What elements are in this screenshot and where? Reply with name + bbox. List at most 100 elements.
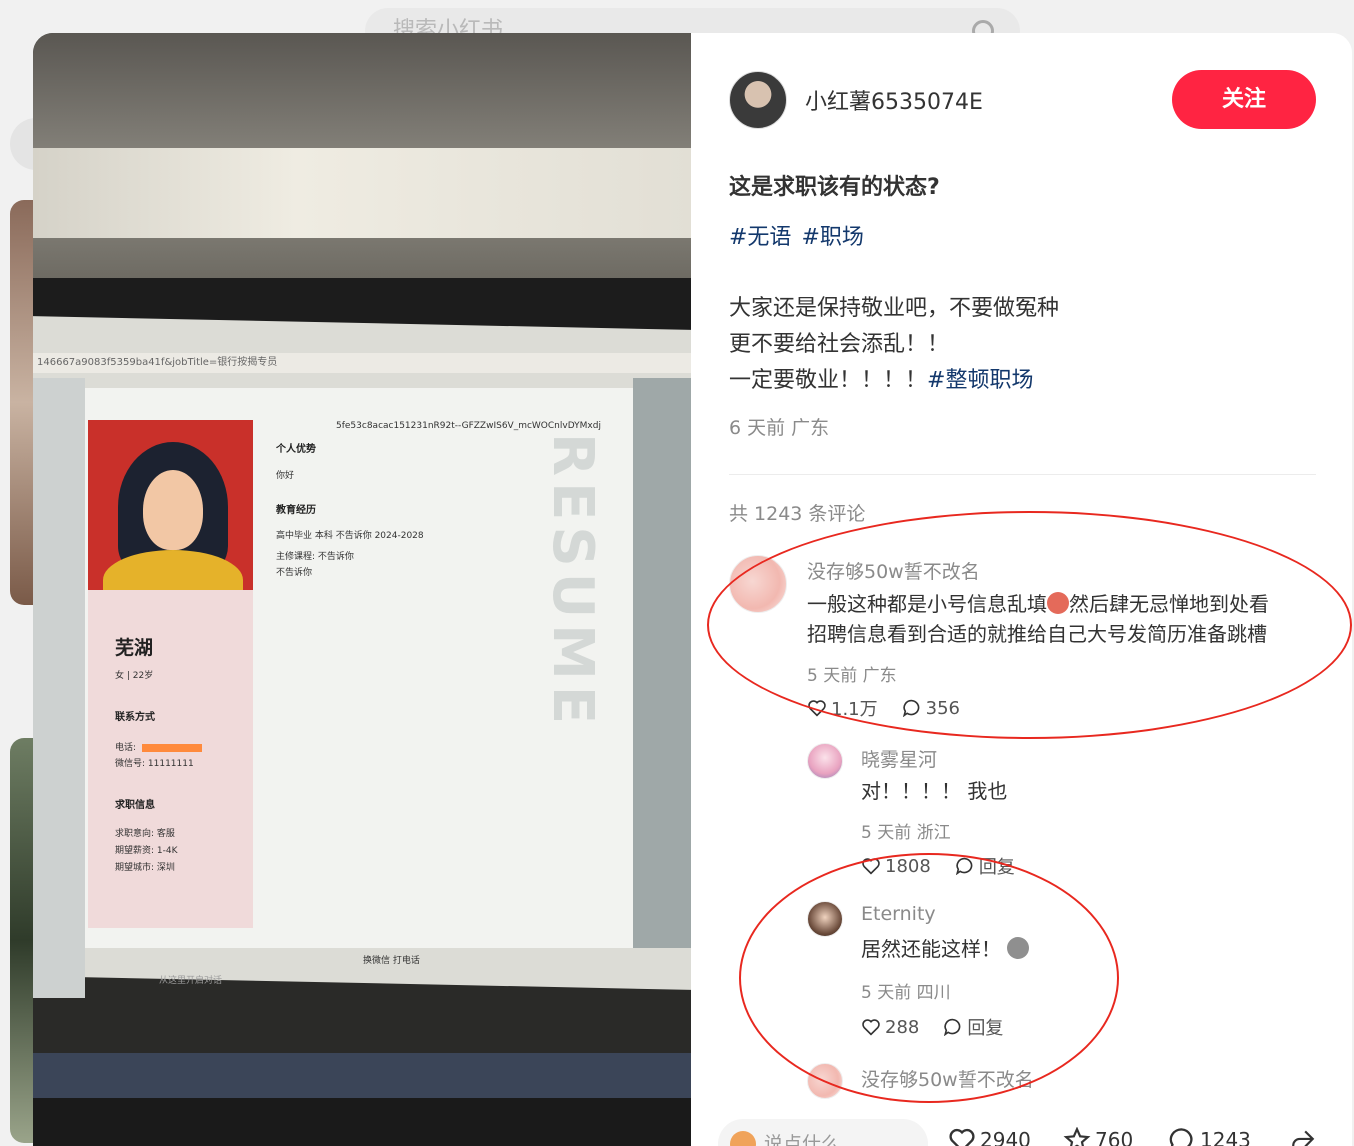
comment-bubble-icon	[944, 1018, 961, 1036]
reply-date-location: 5 天前 浙江	[861, 823, 951, 843]
photo-url-bar: 146667a9083f5359ba41f&jobTitle=银行按揭专员	[33, 353, 691, 373]
photo-chat-rightbar	[633, 378, 691, 948]
bottom-engagement-bar: 说点什么... 2940 760 1243	[691, 1113, 1352, 1146]
share-icon	[1292, 1130, 1315, 1146]
photo-resume-phone: 电话:	[115, 740, 203, 753]
photo-resume-name: 芜湖	[115, 637, 154, 659]
reply-like-count: 1808	[885, 855, 931, 877]
note-detail-modal: 146667a9083f5359ba41f&jobTitle=银行按揭专员 5f…	[33, 33, 1352, 1146]
reply-avatar[interactable]	[807, 901, 843, 937]
phone-label: 电话:	[115, 743, 137, 753]
reply-text-part: 居然还能这样！	[861, 937, 1001, 961]
comment-bubble-icon	[955, 857, 973, 875]
reply-reply-label: 回复	[978, 857, 1015, 878]
photo-resume-wechat: 微信号: 11111111	[115, 759, 194, 769]
photo-resume-edu-heading: 教育经历	[276, 505, 316, 516]
comment-like-button[interactable]: 1.1万	[807, 695, 878, 721]
comment-text-part: 一般这种都是小号信息乱填	[807, 592, 1047, 616]
collect-count: 760	[1095, 1128, 1134, 1146]
comment-bubble-icon	[902, 699, 920, 717]
reply-text: 对！！！！ 我也	[861, 779, 1008, 803]
description-line: 大家还是保持敬业吧，不要做冤种	[729, 296, 1060, 321]
photo-resume-job-salary: 期望薪资: 1-4K	[115, 846, 178, 856]
divider	[729, 474, 1316, 475]
author-avatar[interactable]	[729, 71, 787, 129]
reply-actions: 1808 回复	[861, 853, 1039, 879]
comment-reply-count: 356	[925, 697, 960, 719]
pig-emoji-icon	[1047, 592, 1069, 614]
comment-button[interactable]: 1243	[1168, 1127, 1251, 1146]
note-image[interactable]: 146667a9083f5359ba41f&jobTitle=银行按揭专员 5f…	[33, 33, 691, 1146]
description-line: 一定要敬业！！！！#整顿职场	[729, 363, 1059, 399]
reply-like-count: 288	[885, 1016, 920, 1038]
comment-bubble-icon	[1169, 1128, 1193, 1146]
like-button[interactable]: 2940	[948, 1127, 1031, 1146]
reply-text: 居然还能这样！	[861, 934, 1030, 964]
reply-actions: 288 回复	[861, 1014, 1027, 1040]
phone-redaction	[142, 743, 203, 752]
photo-resume-sub: 女 | 22岁	[115, 671, 154, 681]
reply-avatar[interactable]	[807, 743, 843, 779]
note-tags: #无语 #职场	[729, 219, 874, 251]
description-text: 一定要敬业！！！！	[729, 368, 928, 393]
heart-icon	[862, 858, 880, 875]
comment-avatar[interactable]	[729, 555, 787, 613]
photo-resume-edu-course: 主修课程: 不告诉你	[276, 552, 354, 562]
comment-username[interactable]: 没存够50w誓不改名	[807, 557, 980, 584]
reply-item: 晓雾星河 对！！！！ 我也 5 天前 浙江 1808 回复	[807, 743, 1327, 893]
portrait-face	[143, 470, 203, 550]
note-description: 大家还是保持敬业吧，不要做冤种 更不要给社会添乱！！ 一定要敬业！！！！#整顿职…	[729, 291, 1059, 399]
photo-resume-job-city: 期望城市: 深圳	[115, 863, 175, 873]
comment-text: 一般这种都是小号信息乱填 然后肆无忌惮地到处看	[807, 589, 1269, 619]
photo-taskbar	[33, 1053, 691, 1098]
tag-link[interactable]: #无语	[729, 225, 791, 250]
comment-input[interactable]: 说点什么...	[718, 1119, 928, 1146]
share-button[interactable]	[1289, 1127, 1317, 1146]
tag-link[interactable]: #整顿职场	[927, 368, 1033, 393]
like-count: 2940	[980, 1128, 1031, 1146]
star-icon	[1063, 1127, 1091, 1146]
collect-button[interactable]: 760	[1063, 1127, 1133, 1146]
note-date-location: 6 天前 广东	[729, 417, 830, 439]
comment-item: 没存够50w誓不改名 一般这种都是小号信息乱填 然后肆无忌惮地到处看 招聘信息看到…	[729, 555, 1329, 745]
reply-avatar[interactable]	[807, 1063, 843, 1099]
photo-resume-portrait	[88, 420, 253, 590]
comment-text-part: 然后肆无忌惮地到处看	[1069, 592, 1269, 616]
photo-chat-placeholder: 从这里开启对话	[159, 976, 223, 986]
author-info[interactable]: 小红薯6535074E	[729, 71, 983, 129]
reply-reply-button[interactable]: 回复	[955, 853, 1015, 879]
comment-reply-button[interactable]: 356	[902, 698, 960, 719]
reply-username[interactable]: 没存够50w誓不改名	[861, 1065, 1034, 1092]
author-name[interactable]: 小红薯6535074E	[805, 84, 983, 116]
comment-actions: 1.1万 356	[807, 695, 984, 721]
reply-like-button[interactable]: 288	[861, 1017, 919, 1038]
photo-window	[33, 148, 691, 238]
note-content-panel: 小红薯6535074E 关注 这是求职该有的状态? #无语 #职场 大家还是保持敬…	[691, 33, 1352, 1146]
reply-username[interactable]: Eternity	[861, 903, 936, 925]
description-line: 更不要给社会添乱！！	[729, 332, 950, 357]
reply-reply-label: 回复	[967, 1018, 1004, 1039]
heart-icon	[949, 1128, 975, 1146]
comment-date-location: 5 天前 广东	[807, 666, 897, 686]
photo-resume-adv-text: 你好	[276, 471, 295, 481]
background-feed-card[interactable]	[10, 738, 34, 1143]
photo-resume-edu-row: 高中毕业 本科 不告诉你 2024-2028	[276, 531, 424, 541]
photo-keyboard	[33, 1098, 691, 1146]
photo-chat-sidebar	[33, 378, 85, 998]
reply-date-location: 5 天前 四川	[861, 983, 951, 1003]
current-user-avatar	[730, 1131, 756, 1146]
comment-like-count: 1.1万	[831, 699, 878, 720]
photo-resume-job-intent: 求职意向: 客服	[115, 829, 175, 839]
comment-count: 共 1243 条评论	[729, 503, 866, 525]
tag-link[interactable]: #职场	[801, 225, 863, 250]
speechless-emoji-icon	[1007, 937, 1030, 959]
reply-username[interactable]: 晓雾星河	[861, 745, 937, 772]
heart-icon	[808, 700, 826, 717]
reply-like-button[interactable]: 1808	[861, 856, 931, 877]
follow-button[interactable]: 关注	[1172, 70, 1316, 129]
photo-chat-actions: 换微信 打电话	[363, 956, 420, 966]
heart-icon	[862, 1019, 880, 1036]
background-feed-card[interactable]	[10, 200, 34, 605]
photo-resume-job-heading: 求职信息	[115, 800, 155, 811]
reply-reply-button[interactable]: 回复	[943, 1014, 1003, 1040]
